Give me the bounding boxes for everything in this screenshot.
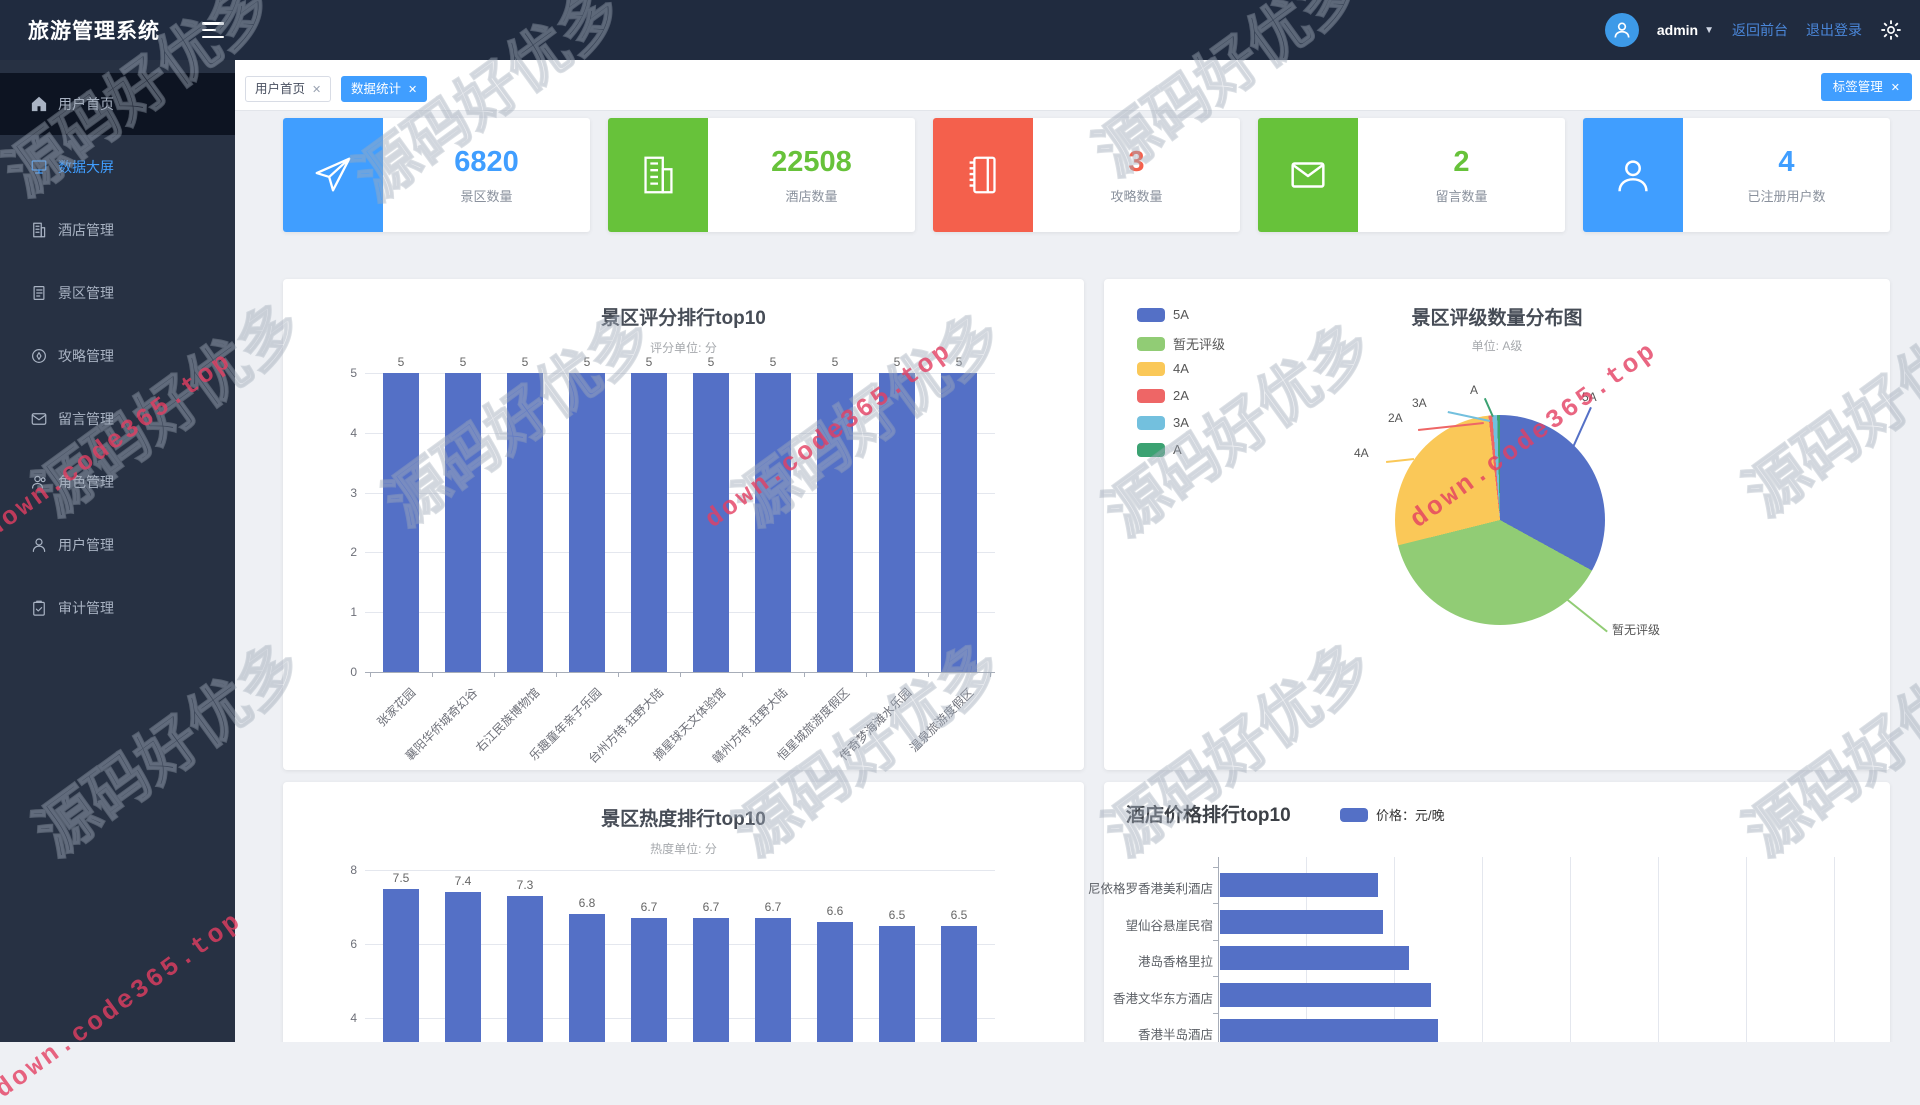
hotel-label: 香港文华东方酒店 — [1112, 991, 1213, 1006]
stat-value: 4 — [1778, 145, 1795, 178]
stat-value: 22508 — [771, 145, 852, 178]
sidebar-item-留言管理[interactable]: 留言管理 — [0, 387, 235, 450]
pie-label-2A: 2A — [1388, 411, 1403, 425]
tab-用户首页[interactable]: 用户首页 ✕ — [245, 76, 332, 102]
stat-card-攻略数量: 3 攻略数量 — [933, 118, 1240, 232]
notebook-icon — [933, 118, 1033, 232]
hotel-label: 望仙谷悬崖民宿 — [1125, 918, 1213, 933]
gear-icon[interactable] — [1880, 19, 1902, 41]
sidebar-item-label: 数据大屏 — [58, 158, 114, 175]
hotel-label: 尼依格罗香港美利酒店 — [1087, 882, 1213, 896]
hotel-label: 香港半岛酒店 — [1137, 1028, 1213, 1042]
stat-value: 6820 — [454, 145, 519, 178]
chart-scenic-score: 景区评分排行top10 评分单位: 分 0 1 2 3 4 5 5 张家花园 5 襄阳华侨城奇幻谷 5 右… — [283, 279, 1084, 770]
building-icon — [608, 118, 708, 232]
close-icon[interactable]: ✕ — [1891, 82, 1900, 94]
stat-label: 已注册用户数 — [1747, 188, 1826, 204]
stat-label: 酒店数量 — [785, 188, 838, 204]
app-title: 旅游管理系统 — [28, 20, 160, 43]
stat-card-留言数量: 2 留言数量 — [1258, 118, 1565, 232]
pie-label-暂无评级: 暂无评级 — [1612, 623, 1661, 637]
chart-rating-pie: 景区评级数量分布图 单位: A级 5A 暂无评级 4A 2A 3A A 5A 暂无评级 4A 2A 3A… — [1104, 279, 1890, 770]
sidebar-item-label: 攻略管理 — [58, 347, 114, 364]
sidebar-item-label: 景区管理 — [58, 284, 114, 301]
back-to-front-link[interactable]: 返回前台 — [1732, 20, 1788, 40]
tab-label: 数据统计 — [351, 82, 402, 96]
stat-card-景区数量: 6820 景区数量 — [283, 118, 590, 232]
send-icon — [283, 118, 383, 232]
close-icon[interactable]: ✕ — [408, 84, 417, 96]
stat-value: 2 — [1453, 145, 1470, 178]
pie-label-5A: 5A — [1582, 390, 1597, 404]
hotel-label: 港岛香格里拉 — [1137, 955, 1213, 969]
chart-hotel-price: 酒店价格排行top10 价格：元/晚 尼依格罗香港美利酒店 望仙谷悬崖民宿 港岛香格里拉… — [1088, 782, 1890, 1042]
user-menu[interactable]: admin ▼ — [1657, 22, 1714, 38]
sidebar-item-label: 用户首页 — [58, 96, 114, 112]
legend-item-暂无评级[interactable]: 暂无评级 — [1137, 334, 1225, 353]
sidebar-item-景区管理[interactable]: 景区管理 — [0, 261, 235, 324]
main-content: 6820 景区数量 22508 酒店数量 3 攻略数量 2 留言数量 4 已注册用户数 景区评分排… — [235, 110, 1920, 1042]
screen-icon — [30, 158, 48, 176]
chevron-down-icon: ▼ — [1704, 24, 1714, 36]
sidebar-item-审计管理[interactable]: 审计管理 — [0, 576, 235, 639]
stat-label: 攻略数量 — [1110, 188, 1163, 204]
legend-item-4A[interactable]: 4A — [1137, 361, 1189, 376]
tab-label: 用户首页 — [255, 82, 306, 96]
sidebar: 用户首页数据大屏酒店管理景区管理攻略管理留言管理角色管理用户管理审计管理 — [0, 60, 235, 1042]
stat-label: 留言数量 — [1435, 188, 1488, 204]
top-navbar: 旅游管理系统 admin ▼ 返回前台 退出登录 — [0, 0, 1920, 60]
user-name: admin — [1656, 22, 1699, 38]
sidebar-item-label: 用户管理 — [58, 536, 114, 553]
audit-icon — [30, 599, 48, 617]
pie-label-3A: 3A — [1412, 396, 1427, 410]
stat-card-已注册用户数: 4 已注册用户数 — [1583, 118, 1890, 232]
pie-label-A: A — [1470, 383, 1479, 397]
sidebar-item-攻略管理[interactable]: 攻略管理 — [0, 324, 235, 387]
chart-scenic-heat: 景区热度排行top10热度单位: 分024687.57.47.36.86.76.… — [283, 782, 1084, 1042]
sidebar-item-label: 角色管理 — [58, 473, 114, 490]
sidebar-item-用户首页[interactable]: 用户首页 — [0, 73, 235, 135]
legend-price[interactable]: 价格：元/晚 — [1340, 805, 1445, 824]
stat-label: 景区数量 — [460, 188, 513, 204]
sidebar-item-角色管理[interactable]: 角色管理 — [0, 450, 235, 513]
stat-value: 3 — [1128, 145, 1145, 178]
home-icon — [30, 95, 48, 113]
sidebar-item-label: 酒店管理 — [58, 221, 114, 238]
tab-bar: 用户首页 ✕ 数据统计 ✕ 标签管理 ✕ — [235, 60, 1920, 111]
role-icon — [30, 473, 48, 491]
menu-fold-icon[interactable] — [202, 22, 224, 38]
legend-item-3A[interactable]: 3A — [1137, 415, 1189, 430]
avatar[interactable] — [1604, 13, 1639, 47]
guide-icon — [30, 347, 48, 365]
close-icon[interactable]: ✕ — [312, 84, 321, 96]
person-icon — [1583, 118, 1683, 232]
user-icon — [30, 536, 48, 554]
envelope-icon — [1258, 118, 1358, 232]
message-icon — [30, 410, 48, 428]
stat-card-酒店数量: 22508 酒店数量 — [608, 118, 915, 232]
sidebar-item-数据大屏[interactable]: 数据大屏 — [0, 135, 235, 198]
tab-数据统计[interactable]: 数据统计 ✕ — [341, 76, 428, 102]
pie-label-4A: 4A — [1354, 446, 1369, 460]
sidebar-item-酒店管理[interactable]: 酒店管理 — [0, 198, 235, 261]
sidebar-item-label: 审计管理 — [58, 599, 114, 616]
tag-manager-button[interactable]: 标签管理 ✕ — [1820, 73, 1912, 101]
logout-link[interactable]: 退出登录 — [1806, 20, 1862, 40]
legend-item-2A[interactable]: 2A — [1137, 388, 1189, 403]
hotel-icon — [30, 221, 48, 239]
stats-row: 6820 景区数量 22508 酒店数量 3 攻略数量 2 留言数量 4 已注册用户数 — [283, 118, 1890, 232]
legend-item-5A[interactable]: 5A — [1137, 307, 1189, 322]
sidebar-item-用户管理[interactable]: 用户管理 — [0, 513, 235, 576]
scenic-icon — [30, 284, 48, 302]
legend-item-A[interactable]: A — [1137, 442, 1182, 457]
sidebar-item-label: 留言管理 — [58, 410, 114, 427]
